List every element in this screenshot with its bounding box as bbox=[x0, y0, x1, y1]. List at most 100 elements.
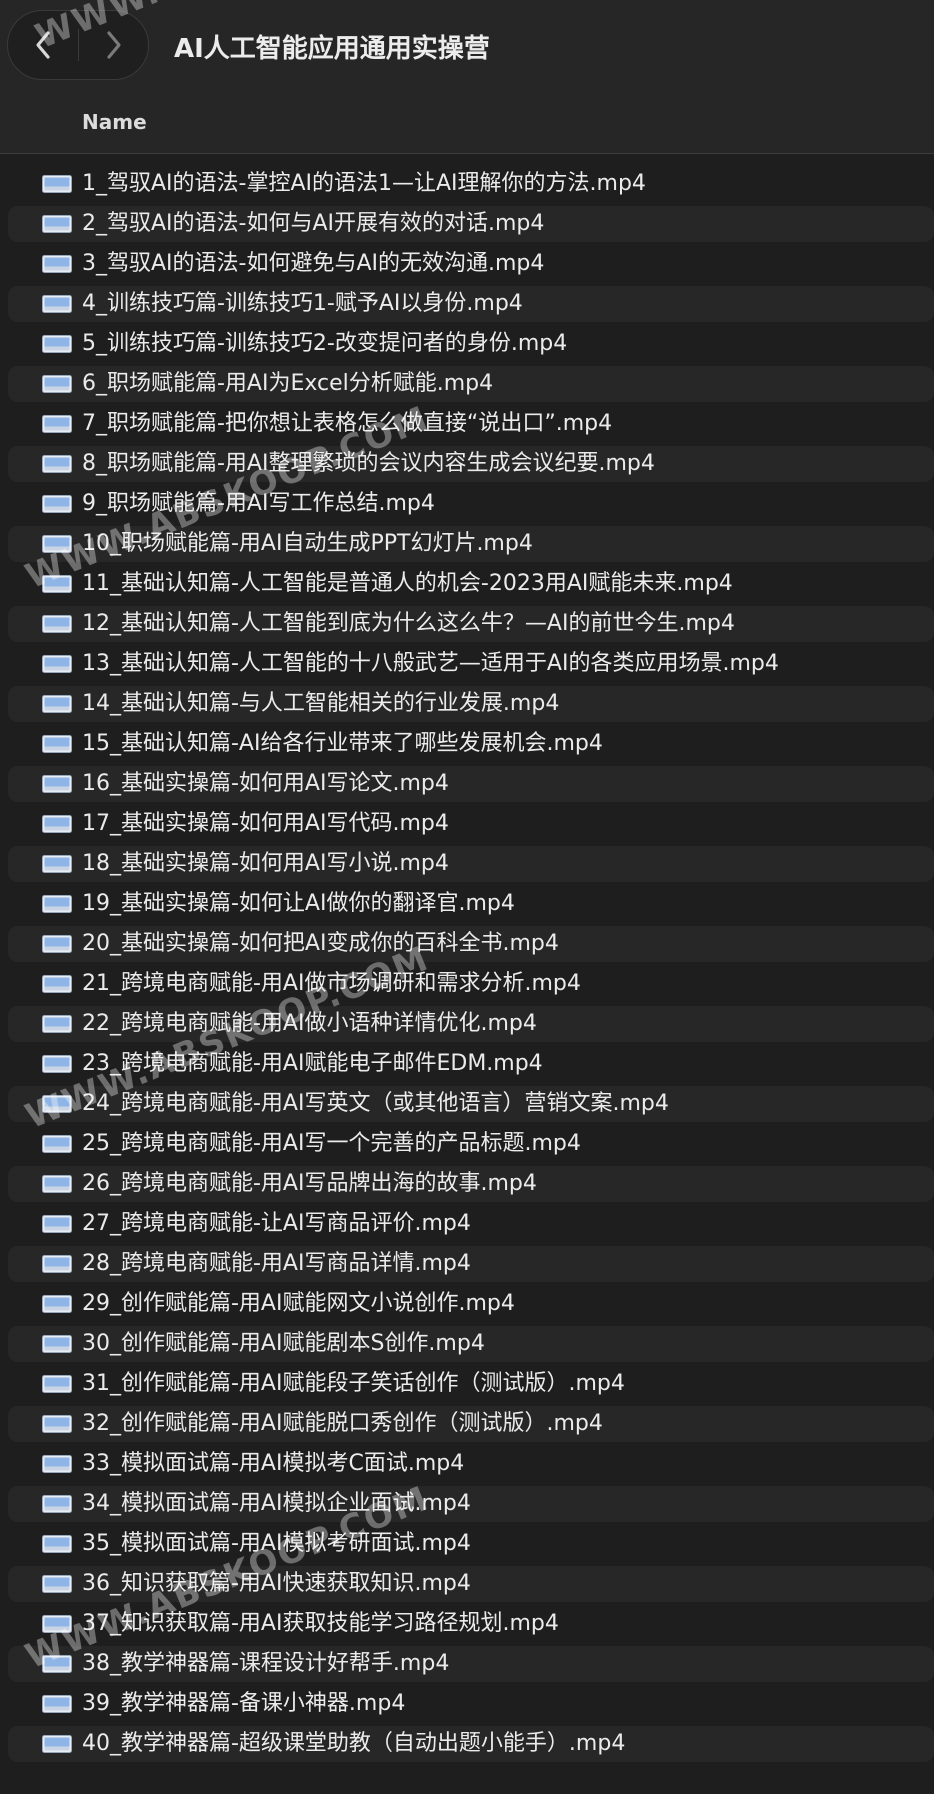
file-name: 12_基础认知篇-人工智能到底为什么这么牛？—AI的前世今生.mp4 bbox=[82, 611, 735, 636]
file-name: 35_模拟面试篇-用AI模拟考研面试.mp4 bbox=[82, 1531, 471, 1556]
file-row[interactable]: 16_基础实操篇-如何用AI写论文.mp4 bbox=[0, 764, 934, 804]
file-row[interactable]: 22_跨境电商赋能-用AI做小语种详情优化.mp4 bbox=[0, 1004, 934, 1044]
file-name: 25_跨境电商赋能-用AI写一个完善的产品标题.mp4 bbox=[82, 1131, 581, 1156]
file-name: 24_跨境电商赋能-用AI写英文（或其他语言）营销文案.mp4 bbox=[82, 1091, 669, 1116]
video-file-icon bbox=[42, 1575, 72, 1593]
video-file-icon bbox=[42, 1215, 72, 1233]
file-row[interactable]: 37_知识获取篇-用AI获取技能学习路径规划.mp4 bbox=[0, 1604, 934, 1644]
file-name: 28_跨境电商赋能-用AI写商品详情.mp4 bbox=[82, 1251, 471, 1276]
file-row[interactable]: 19_基础实操篇-如何让AI做你的翻译官.mp4 bbox=[0, 884, 934, 924]
navigation-button-group bbox=[7, 10, 149, 80]
file-name: 8_职场赋能篇-用AI整理繁琐的会议内容生成会议纪要.mp4 bbox=[82, 451, 655, 476]
video-file-icon bbox=[42, 855, 72, 873]
video-file-icon bbox=[42, 1695, 72, 1713]
file-row[interactable]: 6_职场赋能篇-用AI为Excel分析赋能.mp4 bbox=[0, 364, 934, 404]
video-file-icon bbox=[42, 1495, 72, 1513]
file-row[interactable]: 1_驾驭AI的语法-掌控AI的语法1—让AI理解你的方法.mp4 bbox=[0, 164, 934, 204]
video-file-icon bbox=[42, 215, 72, 233]
file-row[interactable]: 32_创作赋能篇-用AI赋能脱口秀创作（测试版）.mp4 bbox=[0, 1404, 934, 1444]
file-row[interactable]: 39_教学神器篇-备课小神器.mp4 bbox=[0, 1684, 934, 1724]
file-name: 34_模拟面试篇-用AI模拟企业面试.mp4 bbox=[82, 1491, 471, 1516]
file-row[interactable]: 27_跨境电商赋能-让AI写商品评价.mp4 bbox=[0, 1204, 934, 1244]
back-button[interactable] bbox=[8, 11, 78, 79]
file-name: 5_训练技巧篇-训练技巧2-改变提问者的身份.mp4 bbox=[82, 331, 568, 356]
file-row[interactable]: 30_创作赋能篇-用AI赋能剧本S创作.mp4 bbox=[0, 1324, 934, 1364]
file-row[interactable]: 15_基础认知篇-AI给各行业带来了哪些发展机会.mp4 bbox=[0, 724, 934, 764]
file-row[interactable]: 5_训练技巧篇-训练技巧2-改变提问者的身份.mp4 bbox=[0, 324, 934, 364]
file-name: 18_基础实操篇-如何用AI写小说.mp4 bbox=[82, 851, 449, 876]
video-file-icon bbox=[42, 455, 72, 473]
file-row[interactable]: 13_基础认知篇-人工智能的十八般武艺—适用于AI的各类应用场景.mp4 bbox=[0, 644, 934, 684]
file-name: 20_基础实操篇-如何把AI变成你的百科全书.mp4 bbox=[82, 931, 559, 956]
file-row[interactable]: 7_职场赋能篇-把你想让表格怎么做直接“说出口”.mp4 bbox=[0, 404, 934, 444]
file-row[interactable]: 28_跨境电商赋能-用AI写商品详情.mp4 bbox=[0, 1244, 934, 1284]
file-row[interactable]: 26_跨境电商赋能-用AI写品牌出海的故事.mp4 bbox=[0, 1164, 934, 1204]
file-row[interactable]: 18_基础实操篇-如何用AI写小说.mp4 bbox=[0, 844, 934, 884]
video-file-icon bbox=[42, 1335, 72, 1353]
video-file-icon bbox=[42, 975, 72, 993]
file-row[interactable]: 10_职场赋能篇-用AI自动生成PPT幻灯片.mp4 bbox=[0, 524, 934, 564]
file-name: 1_驾驭AI的语法-掌控AI的语法1—让AI理解你的方法.mp4 bbox=[82, 171, 646, 196]
window-toolbar: AI人工智能应用通用实操营 bbox=[0, 0, 934, 96]
video-file-icon bbox=[42, 615, 72, 633]
file-row[interactable]: 29_创作赋能篇-用AI赋能网文小说创作.mp4 bbox=[0, 1284, 934, 1324]
file-name: 31_创作赋能篇-用AI赋能段子笑话创作（测试版）.mp4 bbox=[82, 1371, 625, 1396]
file-name: 32_创作赋能篇-用AI赋能脱口秀创作（测试版）.mp4 bbox=[82, 1411, 603, 1436]
video-file-icon bbox=[42, 935, 72, 953]
video-file-icon bbox=[42, 1735, 72, 1753]
video-file-icon bbox=[42, 1455, 72, 1473]
name-column-header[interactable]: Name bbox=[82, 110, 147, 134]
file-row[interactable]: 34_模拟面试篇-用AI模拟企业面试.mp4 bbox=[0, 1484, 934, 1524]
video-file-icon bbox=[42, 255, 72, 273]
file-name: 27_跨境电商赋能-让AI写商品评价.mp4 bbox=[82, 1211, 471, 1236]
video-file-icon bbox=[42, 1415, 72, 1433]
chevron-left-icon bbox=[36, 31, 50, 59]
file-name: 38_教学神器篇-课程设计好帮手.mp4 bbox=[82, 1651, 450, 1676]
file-name: 14_基础认知篇-与人工智能相关的行业发展.mp4 bbox=[82, 691, 560, 716]
file-row[interactable]: 8_职场赋能篇-用AI整理繁琐的会议内容生成会议纪要.mp4 bbox=[0, 444, 934, 484]
file-name: 37_知识获取篇-用AI获取技能学习路径规划.mp4 bbox=[82, 1611, 559, 1636]
file-row[interactable]: 11_基础认知篇-人工智能是普通人的机会-2023用AI赋能未来.mp4 bbox=[0, 564, 934, 604]
file-name: 30_创作赋能篇-用AI赋能剧本S创作.mp4 bbox=[82, 1331, 485, 1356]
video-file-icon bbox=[42, 895, 72, 913]
file-name: 26_跨境电商赋能-用AI写品牌出海的故事.mp4 bbox=[82, 1171, 537, 1196]
file-row[interactable]: 21_跨境电商赋能-用AI做市场调研和需求分析.mp4 bbox=[0, 964, 934, 1004]
video-file-icon bbox=[42, 695, 72, 713]
file-row[interactable]: 4_训练技巧篇-训练技巧1-赋予AI以身份.mp4 bbox=[0, 284, 934, 324]
file-row[interactable]: 12_基础认知篇-人工智能到底为什么这么牛？—AI的前世今生.mp4 bbox=[0, 604, 934, 644]
video-file-icon bbox=[42, 495, 72, 513]
file-name: 9_职场赋能篇-用AI写工作总结.mp4 bbox=[82, 491, 435, 516]
file-row[interactable]: 25_跨境电商赋能-用AI写一个完善的产品标题.mp4 bbox=[0, 1124, 934, 1164]
file-row[interactable]: 40_教学神器篇-超级课堂助教（自动出题小能手）.mp4 bbox=[0, 1724, 934, 1764]
file-name: 17_基础实操篇-如何用AI写代码.mp4 bbox=[82, 811, 449, 836]
file-row[interactable]: 23_跨境电商赋能-用AI赋能电子邮件EDM.mp4 bbox=[0, 1044, 934, 1084]
video-file-icon bbox=[42, 655, 72, 673]
file-row[interactable]: 20_基础实操篇-如何把AI变成你的百科全书.mp4 bbox=[0, 924, 934, 964]
video-file-icon bbox=[42, 375, 72, 393]
file-name: 40_教学神器篇-超级课堂助教（自动出题小能手）.mp4 bbox=[82, 1731, 626, 1756]
forward-button[interactable] bbox=[79, 11, 149, 79]
column-header-bar: Name bbox=[0, 96, 934, 154]
video-file-icon bbox=[42, 1055, 72, 1073]
file-row[interactable]: 31_创作赋能篇-用AI赋能段子笑话创作（测试版）.mp4 bbox=[0, 1364, 934, 1404]
file-name: 39_教学神器篇-备课小神器.mp4 bbox=[82, 1691, 406, 1716]
video-file-icon bbox=[42, 1375, 72, 1393]
file-row[interactable]: 38_教学神器篇-课程设计好帮手.mp4 bbox=[0, 1644, 934, 1684]
file-row[interactable]: 17_基础实操篇-如何用AI写代码.mp4 bbox=[0, 804, 934, 844]
file-row[interactable]: 3_驾驭AI的语法-如何避免与AI的无效沟通.mp4 bbox=[0, 244, 934, 284]
video-file-icon bbox=[42, 735, 72, 753]
file-row[interactable]: 2_驾驭AI的语法-如何与AI开展有效的对话.mp4 bbox=[0, 204, 934, 244]
video-file-icon bbox=[42, 775, 72, 793]
video-file-icon bbox=[42, 1095, 72, 1113]
video-file-icon bbox=[42, 1135, 72, 1153]
file-row[interactable]: 24_跨境电商赋能-用AI写英文（或其他语言）营销文案.mp4 bbox=[0, 1084, 934, 1124]
file-list: 1_驾驭AI的语法-掌控AI的语法1—让AI理解你的方法.mp4 2_驾驭AI的语… bbox=[0, 164, 934, 1764]
file-name: 15_基础认知篇-AI给各行业带来了哪些发展机会.mp4 bbox=[82, 731, 603, 756]
file-name: 2_驾驭AI的语法-如何与AI开展有效的对话.mp4 bbox=[82, 211, 545, 236]
file-row[interactable]: 9_职场赋能篇-用AI写工作总结.mp4 bbox=[0, 484, 934, 524]
file-row[interactable]: 35_模拟面试篇-用AI模拟考研面试.mp4 bbox=[0, 1524, 934, 1564]
file-row[interactable]: 36_知识获取篇-用AI快速获取知识.mp4 bbox=[0, 1564, 934, 1604]
file-row[interactable]: 14_基础认知篇-与人工智能相关的行业发展.mp4 bbox=[0, 684, 934, 724]
file-row[interactable]: 33_模拟面试篇-用AI模拟考C面试.mp4 bbox=[0, 1444, 934, 1484]
file-name: 29_创作赋能篇-用AI赋能网文小说创作.mp4 bbox=[82, 1291, 515, 1316]
